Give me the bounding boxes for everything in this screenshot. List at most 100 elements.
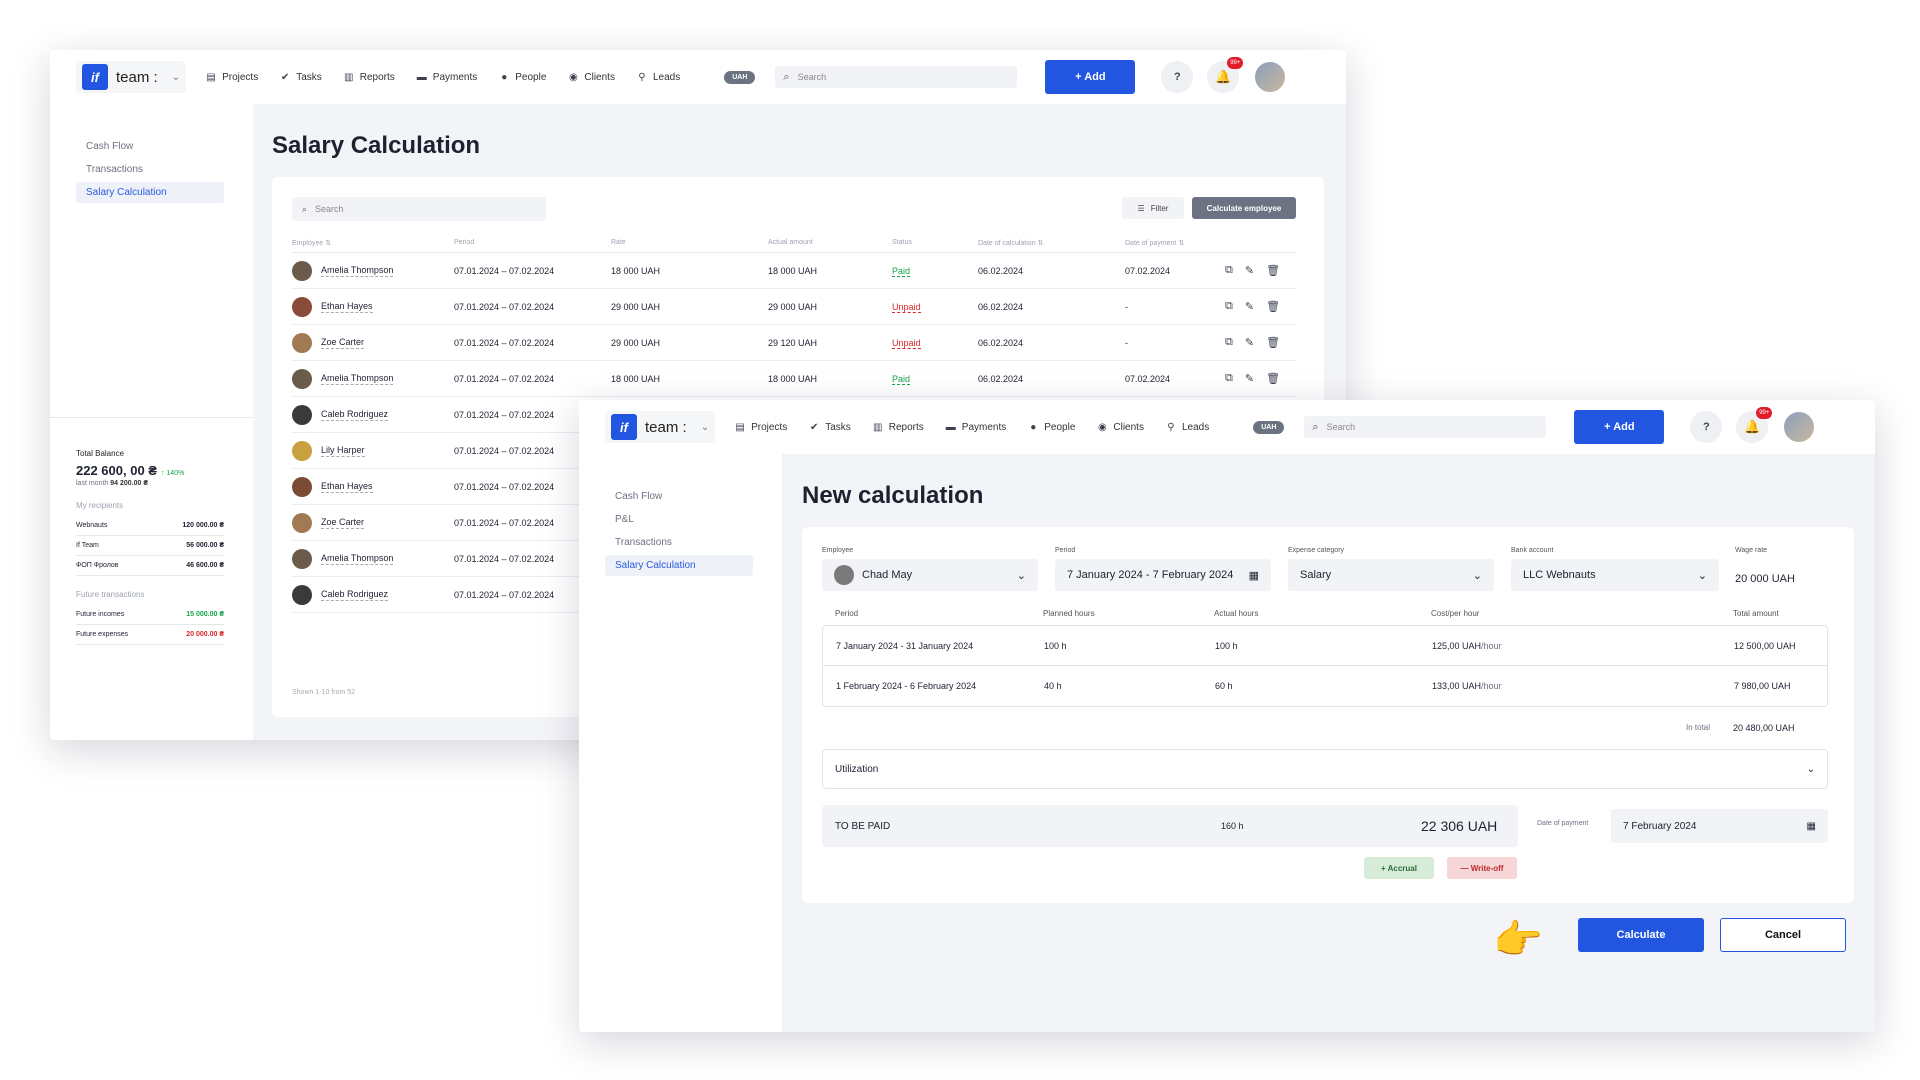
employee-column: Amelia Thompson bbox=[292, 368, 454, 389]
copy-icon[interactable]: ⧉ bbox=[1225, 264, 1233, 277]
sidebar-item-cash-flow[interactable]: Cash Flow bbox=[605, 486, 753, 507]
currency-toggle[interactable]: UAH bbox=[724, 70, 756, 84]
calc-date-column: 06.02.2024 bbox=[978, 374, 1125, 384]
payment-date-column: - bbox=[1125, 338, 1225, 348]
help-button[interactable]: ? bbox=[1161, 61, 1194, 93]
nav-clients[interactable]: ◉ Clients bbox=[1097, 422, 1144, 433]
nav-reports[interactable]: ▥ Reports bbox=[344, 72, 395, 83]
notifications-button[interactable]: 🔔 99+ bbox=[1207, 57, 1244, 93]
global-search-input[interactable]: ⌕ Search bbox=[1304, 416, 1547, 438]
table-row[interactable]: Amelia Thompson 07.01.2024 – 07.02.2024 18… bbox=[292, 361, 1296, 397]
add-button[interactable]: + Add bbox=[1045, 60, 1136, 94]
calc-date-column: 06.02.2024 bbox=[978, 266, 1125, 276]
user-avatar[interactable] bbox=[1782, 410, 1817, 444]
table-search-input[interactable]: ⌕ Search bbox=[292, 197, 546, 221]
sidebar-item-transactions[interactable]: Transactions bbox=[605, 532, 753, 553]
date-of-payment-picker[interactable]: 7 February 2024 ▦ bbox=[1611, 809, 1828, 843]
status-badge: Unpaid bbox=[892, 337, 921, 349]
employee-cell[interactable]: Zoe Carter bbox=[292, 512, 454, 533]
trash-icon[interactable]: 🗑 bbox=[1266, 336, 1280, 349]
bell-icon: 🔔 bbox=[1744, 419, 1761, 434]
nav-tasks[interactable]: ✔ Tasks bbox=[809, 422, 851, 433]
column-label: Date of payment bbox=[1125, 239, 1177, 247]
nav-payments[interactable]: ▬ Payments bbox=[946, 422, 1006, 433]
calculate-button[interactable]: Calculate bbox=[1578, 918, 1704, 952]
rate-column: 29 000 UAH bbox=[611, 302, 768, 312]
nav-tasks[interactable]: ✔ Tasks bbox=[280, 72, 322, 83]
nav-clients[interactable]: ◉ Clients bbox=[568, 72, 615, 83]
help-button[interactable]: ? bbox=[1690, 411, 1723, 443]
sidebar: Cash Flow P&L Transactions Salary Calcul… bbox=[579, 454, 782, 1032]
employee-cell[interactable]: Ethan Hayes bbox=[292, 476, 454, 497]
cancel-button[interactable]: Cancel bbox=[1720, 918, 1846, 952]
recipient-row[interactable]: If Team 56 000.00 ₴ bbox=[76, 536, 224, 556]
calculate-employee-button[interactable]: Calculate employee bbox=[1192, 197, 1296, 219]
sidebar-item-pnl[interactable]: P&L bbox=[605, 509, 753, 530]
trash-icon[interactable]: 🗑 bbox=[1266, 264, 1280, 277]
period-cell: 7 January 2024 - 31 January 2024 bbox=[836, 640, 974, 651]
nav-leads[interactable]: ⚲ Leads bbox=[637, 72, 680, 83]
employee-cell[interactable]: Amelia Thompson bbox=[292, 260, 454, 281]
nav-reports[interactable]: ▥ Reports bbox=[873, 422, 924, 433]
table-row[interactable]: Ethan Hayes 07.01.2024 – 07.02.2024 29 000… bbox=[292, 289, 1296, 325]
field-label: Wage rate bbox=[1735, 547, 1768, 554]
nav-payments[interactable]: ▬ Payments bbox=[417, 72, 477, 83]
sidebar-item-cash-flow[interactable]: Cash Flow bbox=[76, 136, 224, 157]
filter-button[interactable]: ☰ Filter bbox=[1122, 197, 1184, 219]
currency-toggle[interactable]: UAH bbox=[1253, 420, 1285, 434]
employee-cell[interactable]: Amelia Thompson bbox=[292, 368, 454, 389]
trash-icon[interactable]: 🗑 bbox=[1266, 300, 1280, 313]
accrual-button[interactable]: + Accrual bbox=[1364, 857, 1434, 879]
employee-cell[interactable]: Zoe Carter bbox=[292, 332, 454, 353]
workspace-switcher[interactable]: if team : ⌄ bbox=[605, 411, 716, 443]
sidebar-item-salary-calculation[interactable]: Salary Calculation bbox=[605, 555, 753, 576]
sidebar-item-transactions[interactable]: Transactions bbox=[76, 159, 224, 180]
employee-select[interactable]: Chad May ⌄ bbox=[822, 559, 1038, 591]
employee-column: Zoe Carter bbox=[292, 512, 454, 533]
sidebar-item-salary-calculation[interactable]: Salary Calculation bbox=[76, 182, 224, 203]
employee-cell[interactable]: Lily Harper bbox=[292, 440, 454, 461]
copy-icon[interactable]: ⧉ bbox=[1225, 300, 1233, 313]
bank-select[interactable]: LLC Webnauts ⌄ bbox=[1511, 559, 1719, 591]
nav-people[interactable]: ● People bbox=[1028, 422, 1075, 433]
future-row: Future expenses 20 000.00 ₴ bbox=[76, 625, 224, 645]
edit-icon[interactable]: ✎ bbox=[1245, 372, 1254, 385]
employee-cell[interactable]: Ethan Hayes bbox=[292, 296, 454, 317]
utilization-accordion[interactable]: Utilization ⌄ bbox=[822, 749, 1828, 789]
copy-icon[interactable]: ⧉ bbox=[1225, 336, 1233, 349]
nav-leads[interactable]: ⚲ Leads bbox=[1166, 422, 1209, 433]
nav-people[interactable]: ● People bbox=[499, 72, 546, 83]
trash-icon[interactable]: 🗑 bbox=[1266, 372, 1280, 385]
search-icon: ⌕ bbox=[302, 203, 308, 214]
employee-cell[interactable]: Caleb Rodriguez bbox=[292, 404, 454, 425]
table-row[interactable]: Zoe Carter 07.01.2024 – 07.02.2024 29 000 … bbox=[292, 325, 1296, 361]
copy-icon[interactable]: ⧉ bbox=[1225, 372, 1233, 385]
workspace-switcher[interactable]: if team : ⌄ bbox=[76, 61, 187, 93]
nav-label: Reports bbox=[359, 71, 395, 83]
column-header[interactable]: Date of calculation ⇅ bbox=[978, 239, 1125, 247]
column-header[interactable]: Employee ⇅ bbox=[292, 239, 454, 247]
category-select[interactable]: Salary ⌄ bbox=[1288, 559, 1494, 591]
global-search-input[interactable]: ⌕ Search bbox=[775, 66, 1018, 88]
recipient-row[interactable]: Webnauts 120 000.00 ₴ bbox=[76, 516, 224, 536]
notifications-button[interactable]: 🔔 99+ bbox=[1736, 407, 1773, 443]
edit-icon[interactable]: ✎ bbox=[1245, 336, 1254, 349]
payment-date-column: 07.02.2024 bbox=[1125, 374, 1225, 384]
balance-change: ↑ 140% bbox=[160, 470, 185, 477]
write-off-button[interactable]: — Write-off bbox=[1447, 857, 1517, 879]
edit-icon[interactable]: ✎ bbox=[1245, 264, 1254, 277]
edit-icon[interactable]: ✎ bbox=[1245, 300, 1254, 313]
add-button[interactable]: + Add bbox=[1574, 410, 1665, 444]
clients-icon: ◉ bbox=[1098, 421, 1107, 433]
employee-cell[interactable]: Caleb Rodriguez bbox=[292, 584, 454, 605]
rate-cell: 18 000 UAH bbox=[611, 265, 661, 276]
nav-projects[interactable]: ▤ Projects bbox=[735, 422, 787, 433]
period-picker[interactable]: 7 January 2024 - 7 February 2024 ▦ bbox=[1055, 559, 1271, 591]
employee-cell[interactable]: Amelia Thompson bbox=[292, 548, 454, 569]
table-row[interactable]: Amelia Thompson 07.01.2024 – 07.02.2024 18… bbox=[292, 253, 1296, 289]
column-header[interactable]: Date of payment ⇅ bbox=[1125, 239, 1225, 247]
nav-projects[interactable]: ▤ Projects bbox=[206, 72, 258, 83]
user-avatar[interactable] bbox=[1253, 60, 1288, 94]
brand-logo: if bbox=[82, 64, 108, 90]
recipient-row[interactable]: ФОП Фролов 46 600.00 ₴ bbox=[76, 556, 224, 576]
